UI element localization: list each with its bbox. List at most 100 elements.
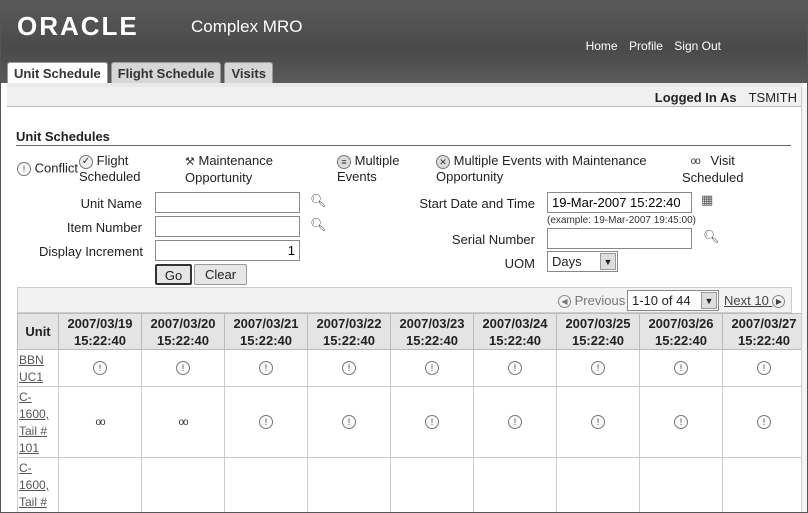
conflict-icon[interactable]: !	[508, 415, 522, 430]
unit-link[interactable]: C-1600, Tail # 102	[19, 461, 49, 512]
schedule-cell[interactable]: oo	[58, 386, 142, 458]
sign-out-link[interactable]: Sign Out	[674, 39, 721, 53]
search-icon[interactable]: 🔍︎	[310, 193, 327, 209]
column-time: 15:22:40	[405, 332, 459, 348]
home-link[interactable]: Home	[586, 39, 618, 53]
display-increment-input[interactable]	[155, 240, 300, 261]
legend-multi-label-1: Multiple	[354, 153, 400, 168]
conflict-icon[interactable]: !	[591, 361, 605, 376]
schedule-cell[interactable]	[58, 457, 142, 512]
schedule-cell[interactable]: !	[556, 386, 640, 458]
next-link[interactable]: Next 10 ▶	[724, 293, 786, 309]
unit-cell: BBN UC1	[17, 349, 59, 387]
chevron-right-icon[interactable]: ▶	[772, 295, 786, 309]
unit-cell: C-1600, Tail # 101	[17, 386, 59, 458]
check-icon: ✓	[79, 154, 93, 169]
legend-maint-label-1: Maintenance	[198, 153, 273, 168]
vertical-scrollbar[interactable]	[801, 87, 807, 512]
table-row: C-1600, Tail # 102	[17, 457, 806, 512]
glasses-icon[interactable]: oo	[178, 417, 188, 428]
legend-flight-label-2: Scheduled	[79, 169, 141, 184]
schedule-cell[interactable]: !	[58, 349, 142, 387]
item-number-label: Item Number	[66, 220, 142, 235]
schedule-cell[interactable]: !	[639, 349, 723, 387]
username: TSMITH	[748, 90, 797, 105]
unit-name-input[interactable]	[155, 192, 300, 213]
schedule-cell[interactable]: !	[722, 386, 806, 458]
start-date-label: Start Date and Time	[419, 196, 535, 211]
unit-cell: C-1600, Tail # 102	[17, 457, 59, 512]
tab-unit-schedule[interactable]: Unit Schedule	[7, 62, 108, 84]
serial-number-label: Serial Number	[451, 232, 535, 247]
search-icon[interactable]: 🔍︎	[703, 229, 720, 245]
legend-visit-label-2: Scheduled	[682, 169, 744, 185]
schedule-cell[interactable]	[473, 457, 557, 512]
tab-visits[interactable]: Visits	[224, 62, 273, 83]
schedule-cell[interactable]	[141, 457, 225, 512]
schedule-cell[interactable]: !	[390, 386, 474, 458]
column-time: 15:22:40	[73, 332, 127, 348]
schedule-cell[interactable]: !	[390, 349, 474, 387]
schedule-cell[interactable]: !	[224, 386, 308, 458]
conflict-icon[interactable]: !	[93, 361, 107, 376]
schedule-cell[interactable]	[224, 457, 308, 512]
conflict-icon[interactable]: !	[342, 361, 356, 376]
schedule-cell[interactable]: !	[639, 386, 723, 458]
glasses-icon: oo	[690, 155, 701, 167]
schedule-cell[interactable]	[390, 457, 474, 512]
column-date: 2007/03/21	[233, 315, 299, 331]
item-number-input[interactable]	[155, 216, 300, 237]
schedule-cell[interactable]: !	[473, 386, 557, 458]
conflict-icon[interactable]: !	[508, 361, 522, 376]
schedule-cell[interactable]: !	[722, 349, 806, 387]
start-date-hint: (example: 19-Mar-2007 19:45:00)	[547, 215, 696, 226]
calendar-icon[interactable]: ▦	[701, 192, 713, 208]
conflict-icon[interactable]: !	[176, 361, 190, 376]
unit-link[interactable]: C-1600, Tail # 101	[19, 390, 49, 455]
conflict-icon[interactable]: !	[425, 361, 439, 376]
unit-name-label: Unit Name	[80, 196, 142, 211]
conflict-icon[interactable]: !	[591, 415, 605, 430]
go-button[interactable]: Go	[155, 264, 192, 285]
conflict-icon[interactable]: !	[757, 361, 771, 376]
conflict-icon[interactable]: !	[674, 361, 688, 376]
conflict-icon[interactable]: !	[259, 415, 273, 430]
conflict-icon[interactable]: !	[342, 415, 356, 430]
logged-in-bar: Logged In As TSMITH	[7, 87, 803, 107]
column-time: 15:22:40	[654, 332, 708, 348]
schedule-cell[interactable]: !	[473, 349, 557, 387]
schedule-cell[interactable]: !	[307, 349, 391, 387]
serial-number-input[interactable]	[547, 228, 692, 249]
schedule-cell[interactable]	[722, 457, 806, 512]
conflict-icon[interactable]: !	[757, 415, 771, 430]
schedule-cell[interactable]	[556, 457, 640, 512]
conflict-icon[interactable]: !	[259, 361, 273, 376]
schedule-cell[interactable]: !	[556, 349, 640, 387]
column-date: 2007/03/20	[150, 315, 216, 331]
range-select[interactable]: 1-10 of 44 ▼	[627, 290, 719, 311]
schedule-cell[interactable]: !	[224, 349, 308, 387]
schedule-cell[interactable]	[639, 457, 723, 512]
conflict-icon[interactable]: !	[674, 415, 688, 430]
unit-column-header: Unit	[17, 313, 59, 350]
schedule-cell[interactable]	[307, 457, 391, 512]
column-time: 15:22:40	[322, 332, 376, 348]
uom-select[interactable]: Days ▼	[547, 251, 618, 272]
date-column-header: 2007/03/21 15:22:40	[224, 313, 308, 350]
profile-link[interactable]: Profile	[629, 39, 663, 53]
tab-flight-schedule[interactable]: Flight Schedule	[110, 62, 222, 83]
unit-link[interactable]: BBN UC1	[19, 353, 44, 384]
schedule-cell[interactable]: !	[307, 386, 391, 458]
clear-button[interactable]: Clear	[194, 264, 247, 285]
conflict-icon[interactable]: !	[425, 415, 439, 430]
schedule-cell[interactable]: oo	[141, 386, 225, 458]
date-column-header: 2007/03/26 15:22:40	[639, 313, 723, 350]
chevron-left-icon: ◀	[558, 295, 571, 309]
search-icon[interactable]: 🔍︎	[310, 217, 327, 233]
glasses-icon[interactable]: oo	[95, 417, 105, 428]
start-date-input[interactable]	[547, 192, 692, 213]
date-column-header: 2007/03/22 15:22:40	[307, 313, 391, 350]
column-time: 15:22:40	[571, 332, 625, 348]
date-column-header: 2007/03/27 15:22:40	[722, 313, 806, 350]
schedule-cell[interactable]: !	[141, 349, 225, 387]
